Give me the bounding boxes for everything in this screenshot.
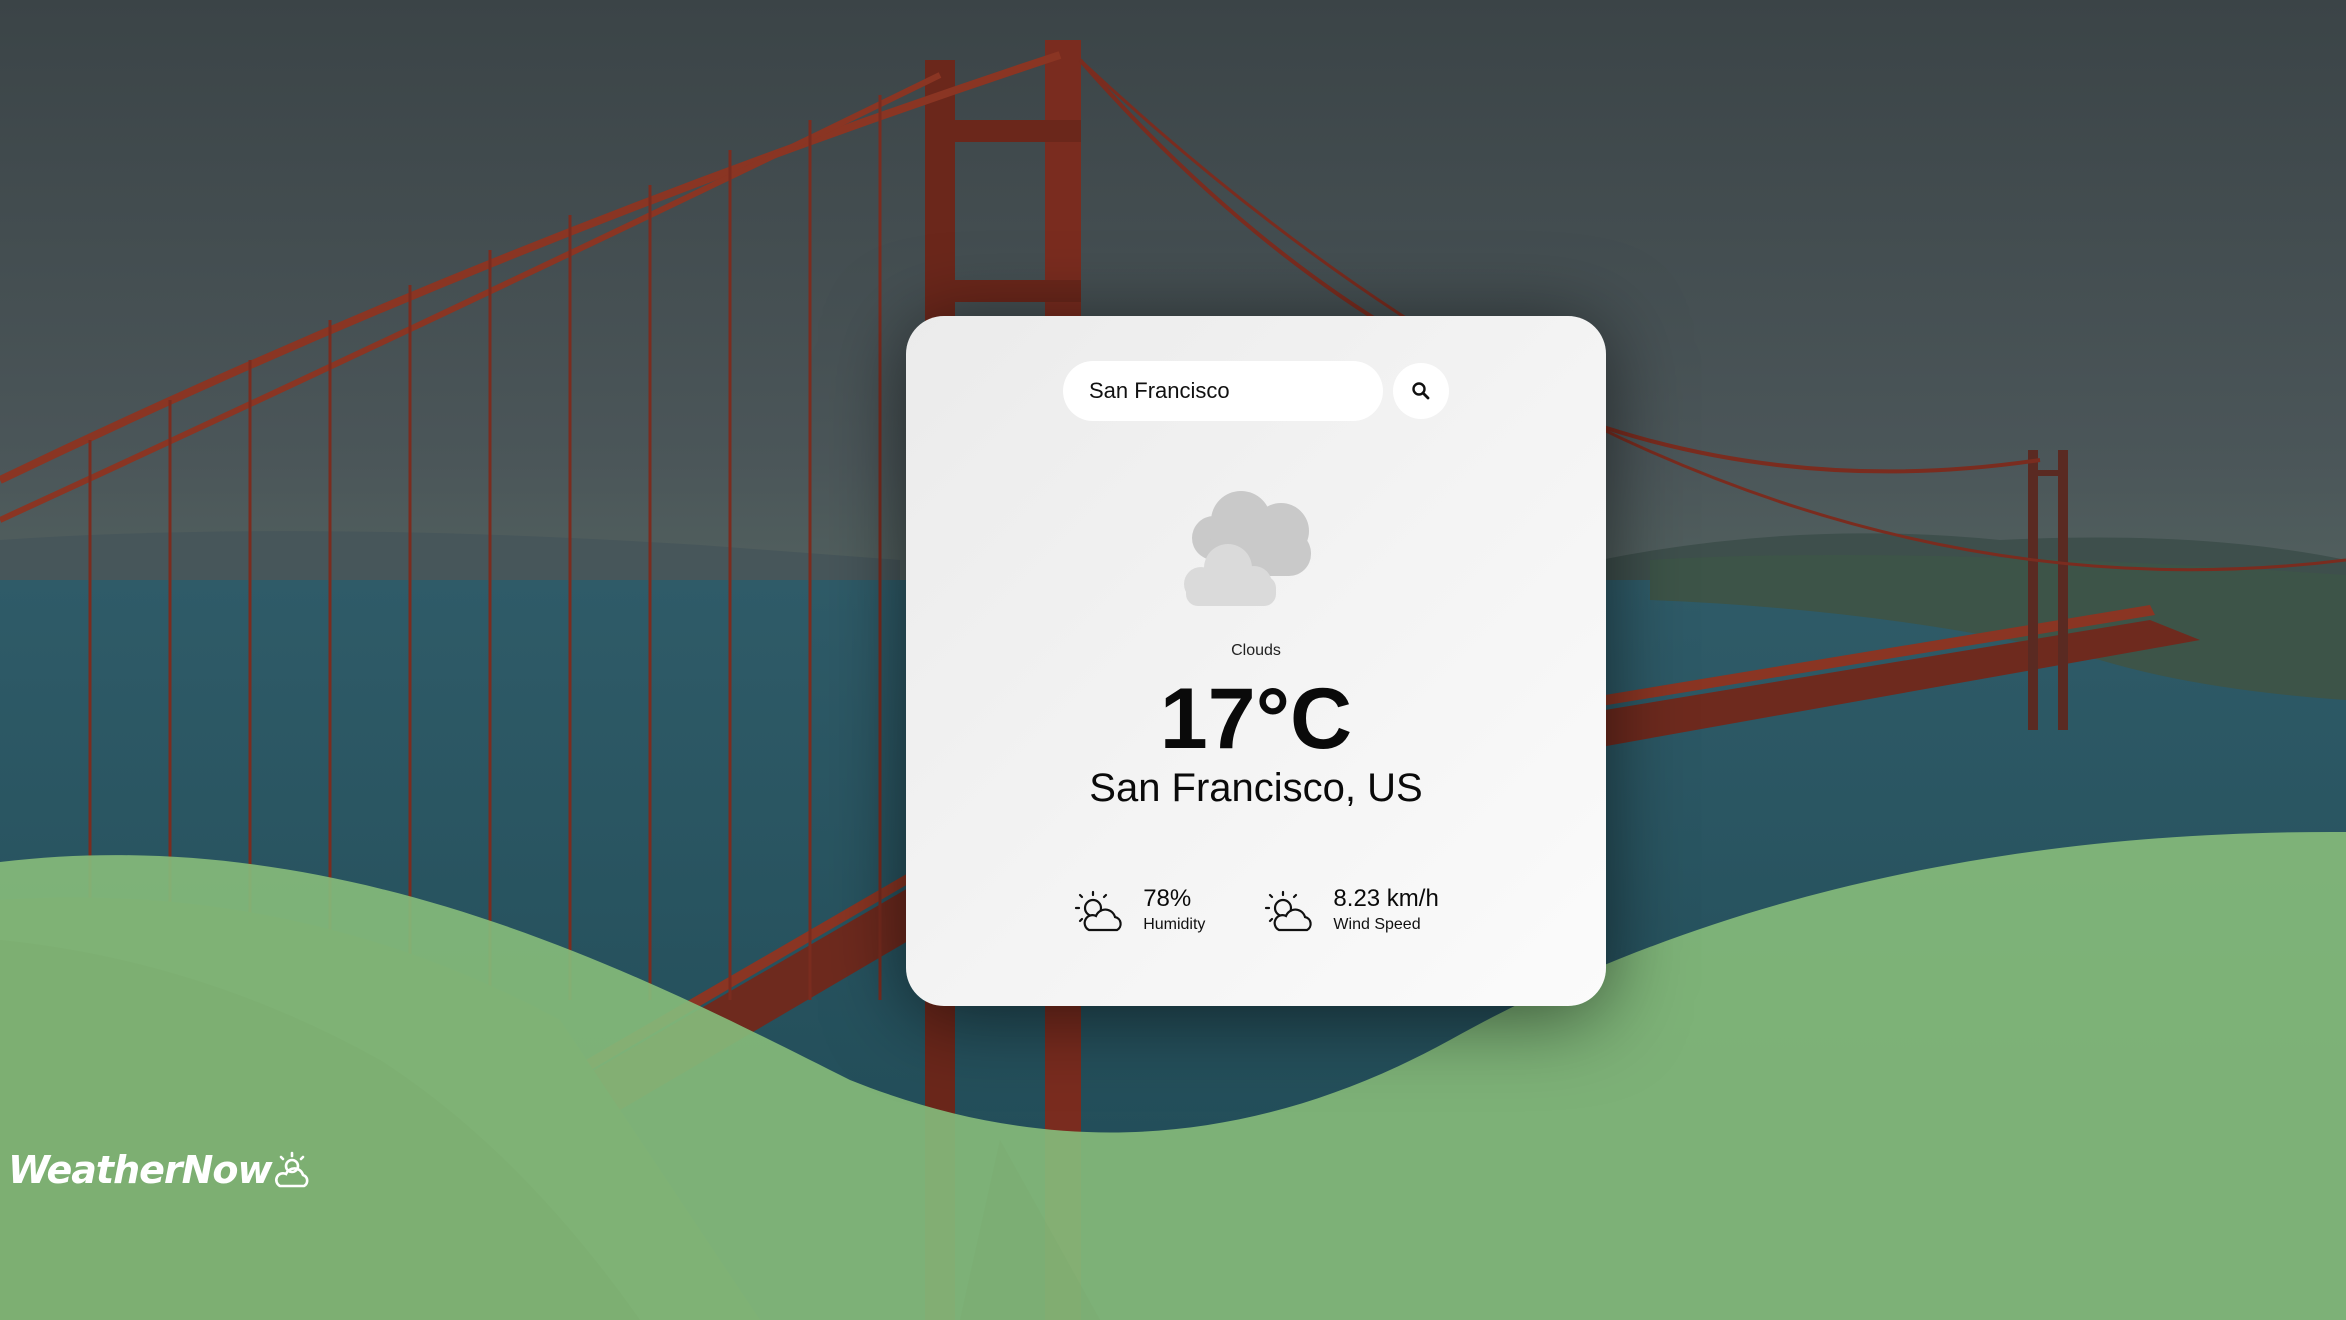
humidity-label: Humidity (1143, 916, 1206, 934)
sun-cloud-icon (274, 1151, 309, 1188)
search-input[interactable] (1063, 361, 1383, 421)
temperature: 17°C (1159, 671, 1353, 767)
weather-stats: 78% Humidity 8.23 km/h Wind Speed (906, 885, 1606, 936)
humidity-value: 78% (1143, 885, 1192, 912)
partly-cloudy-icon (1265, 890, 1313, 932)
humidity-stat: 78% Humidity (1073, 885, 1206, 936)
weather-card: Clouds 17°C San Francisco, US (906, 316, 1606, 1006)
search-bar (1063, 361, 1449, 421)
wind-speed-label: Wind Speed (1333, 916, 1421, 934)
search-icon (1412, 382, 1430, 400)
location-name: San Francisco, US (1089, 766, 1423, 810)
search-button[interactable] (1393, 363, 1449, 419)
brand-name: WeatherNow (8, 1148, 273, 1192)
brand-logo[interactable]: WeatherNow (8, 1148, 312, 1192)
wind-speed-value: 8.23 km/h (1333, 885, 1439, 912)
cloud-icon (1184, 491, 1311, 606)
partly-cloudy-icon (1075, 890, 1122, 932)
weather-page: Clouds 17°C San Francisco, US (0, 0, 2346, 1320)
weather-condition: Clouds (1231, 642, 1281, 659)
wind-stat: 8.23 km/h Wind Speed (1263, 885, 1439, 936)
